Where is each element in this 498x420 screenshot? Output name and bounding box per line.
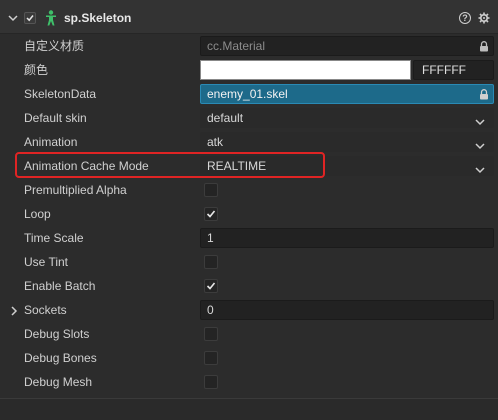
select-value: atk (207, 135, 224, 149)
collapse-chevron-icon[interactable] (8, 12, 18, 26)
prop-row-color: 颜色 FFFFFF (0, 58, 498, 82)
prop-label: Sockets (24, 303, 67, 317)
asset-value: enemy_01.skel (207, 87, 288, 101)
help-icon[interactable]: ? (459, 12, 471, 24)
select-value: default (207, 111, 244, 125)
inspector-footer (0, 398, 498, 420)
prop-row-debug-mesh: Debug Mesh (0, 370, 498, 394)
prop-row-sockets: Sockets 0 (0, 298, 498, 322)
sockets-count-input[interactable]: 0 (200, 300, 494, 320)
prop-label: Default skin (24, 111, 87, 125)
color-hex-field[interactable]: FFFFFF (413, 60, 494, 80)
prop-row-debug-bones: Debug Bones (0, 346, 498, 370)
component-header: sp.Skeleton ? (0, 0, 498, 34)
prop-label: Loop (24, 207, 51, 221)
prop-row-debug-slots: Debug Slots (0, 322, 498, 346)
chevron-right-icon[interactable] (10, 305, 18, 319)
prop-row-premultiplied-alpha: Premultiplied Alpha (0, 178, 498, 202)
prop-label: Enable Batch (24, 279, 96, 293)
prop-row-animation: Animation atk (0, 130, 498, 154)
use-tint-checkbox[interactable] (204, 255, 218, 269)
time-scale-input[interactable]: 1 (200, 228, 494, 248)
gear-icon[interactable] (478, 12, 490, 27)
lock-icon[interactable] (479, 89, 489, 103)
debug-bones-checkbox[interactable] (204, 351, 218, 365)
asset-value: cc.Material (207, 39, 266, 53)
prop-label: Animation Cache Mode (24, 159, 149, 173)
prop-row-enable-batch: Enable Batch (0, 274, 498, 298)
premultiplied-alpha-checkbox[interactable] (204, 183, 218, 197)
color-swatch[interactable] (200, 60, 411, 80)
prop-row-animation-cache-mode: Animation Cache Mode REALTIME (0, 154, 498, 178)
prop-label: Use Tint (24, 255, 69, 269)
prop-row-use-tint: Use Tint (0, 250, 498, 274)
debug-slots-checkbox[interactable] (204, 327, 218, 341)
enable-batch-checkbox[interactable] (204, 279, 218, 293)
prop-label: Time Scale (24, 231, 84, 245)
chevron-down-icon (475, 115, 485, 129)
skeleton-data-asset-field[interactable]: enemy_01.skel (200, 84, 494, 104)
chevron-down-icon (475, 139, 485, 153)
prop-label: Debug Mesh (24, 375, 93, 389)
prop-label: Debug Slots (24, 327, 90, 341)
material-asset-field[interactable]: cc.Material (200, 36, 494, 56)
skeleton-person-icon (44, 10, 58, 29)
prop-label: 颜色 (24, 63, 49, 77)
input-value: 1 (207, 231, 214, 245)
prop-label: SkeletonData (24, 87, 97, 101)
select-value: REALTIME (207, 159, 267, 173)
prop-label: 自定义材质 (24, 39, 85, 53)
chevron-down-icon (475, 163, 485, 177)
component-title: sp.Skeleton (64, 11, 132, 25)
component-enabled-checkbox[interactable] (24, 12, 36, 24)
lock-icon[interactable] (479, 41, 489, 55)
prop-label: Animation (24, 135, 78, 149)
default-skin-select[interactable]: default (200, 108, 494, 128)
animation-select[interactable]: atk (200, 132, 494, 152)
prop-label: Debug Bones (24, 351, 97, 365)
prop-row-custom-material: 自定义材质 cc.Material (0, 34, 498, 58)
prop-row-time-scale: Time Scale 1 (0, 226, 498, 250)
prop-row-skeleton-data: SkeletonData enemy_01.skel (0, 82, 498, 106)
prop-row-loop: Loop (0, 202, 498, 226)
debug-mesh-checkbox[interactable] (204, 375, 218, 389)
loop-checkbox[interactable] (204, 207, 218, 221)
prop-label: Premultiplied Alpha (24, 183, 127, 197)
input-value: 0 (207, 303, 214, 317)
animation-cache-mode-select[interactable]: REALTIME (200, 156, 494, 176)
prop-row-default-skin: Default skin default (0, 106, 498, 130)
